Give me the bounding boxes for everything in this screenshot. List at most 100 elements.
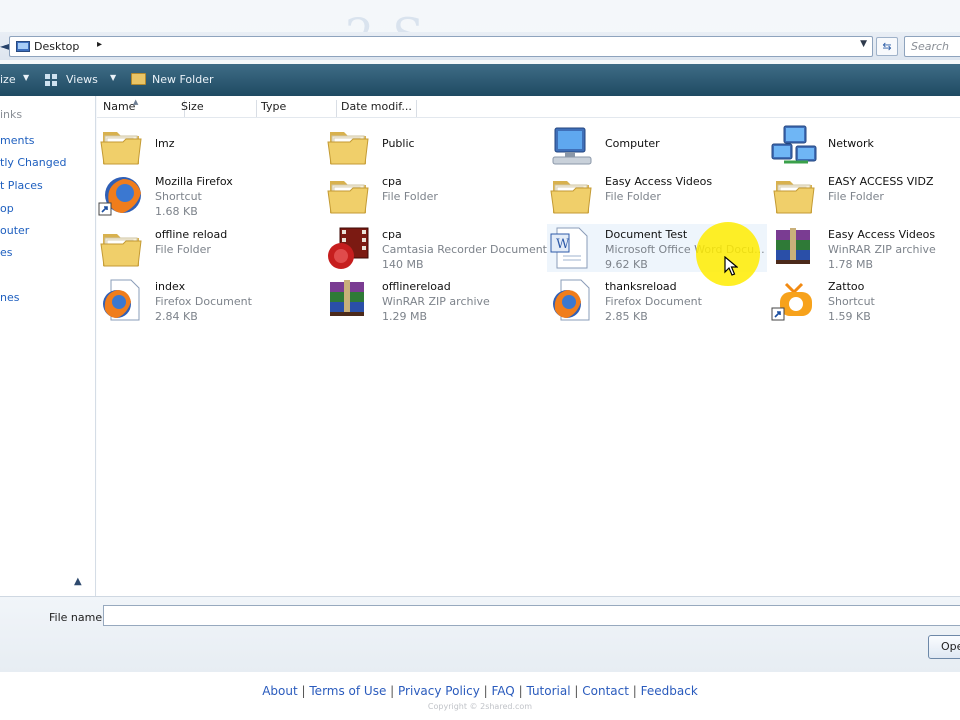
nav-item-searches[interactable]: nes	[0, 291, 19, 304]
file-name: Network	[828, 137, 874, 150]
views-dropdown-icon[interactable]: ▼	[110, 73, 116, 82]
back-arrow-icon[interactable]: ◄	[0, 39, 9, 53]
file-name: index	[155, 280, 186, 293]
nav-item-desktop[interactable]: op	[0, 202, 14, 215]
file-name: Mozilla Firefox	[155, 175, 233, 188]
file-item[interactable]: Network	[770, 122, 960, 170]
refresh-button[interactable]: ⇆	[876, 37, 898, 56]
open-file-dialog: ◄ Desktop ▸ ▼ ⇆ Search ize ▼ Views ▼ New…	[0, 0, 960, 672]
footer-link-about[interactable]: About	[262, 684, 297, 698]
file-item[interactable]: Mozilla Firefox Shortcut 1.68 KB	[97, 171, 317, 219]
file-item[interactable]: lmz	[97, 122, 317, 170]
file-item[interactable]: offline reload File Folder	[97, 224, 317, 272]
file-item[interactable]: index Firefox Document 2.84 KB	[97, 276, 317, 324]
footer-link-contact[interactable]: Contact	[582, 684, 629, 698]
file-item[interactable]: Easy Access Videos File Folder	[547, 171, 767, 219]
favorite-links-header: inks	[0, 108, 23, 121]
camtasia-icon	[324, 226, 372, 270]
organize-dropdown-icon[interactable]: ▼	[23, 73, 29, 82]
cursor-highlight	[696, 222, 760, 286]
column-name-label: Name	[103, 100, 136, 113]
file-size: 2.84 KB	[155, 310, 198, 323]
footer-link-feedback[interactable]: Feedback	[641, 684, 698, 698]
footer-separator: |	[390, 684, 399, 698]
column-type[interactable]: Type	[257, 100, 337, 117]
file-type: Shortcut	[155, 190, 202, 203]
address-row: ◄ Desktop ▸ ▼ ⇆ Search	[0, 32, 960, 60]
file-size: 9.62 KB	[605, 258, 648, 271]
organize-button[interactable]: ize	[0, 73, 16, 86]
nav-item-pictures[interactable]: es	[0, 246, 13, 259]
file-item[interactable]: Computer	[547, 122, 767, 170]
filename-row: File name: Ope	[0, 596, 960, 672]
file-type: Firefox Document	[605, 295, 702, 308]
search-input[interactable]: Search	[904, 36, 960, 57]
file-item[interactable]: Public	[324, 122, 544, 170]
nav-item-documents[interactable]: ments	[0, 134, 35, 147]
file-name: lmz	[155, 137, 175, 150]
file-item[interactable]: cpa Camtasia Recorder Document 140 MB	[324, 224, 547, 272]
footer-link-tutorial[interactable]: Tutorial	[526, 684, 570, 698]
file-item[interactable]: Easy Access Videos WinRAR ZIP archive 1.78…	[770, 224, 960, 272]
new-folder-icon[interactable]	[131, 73, 146, 85]
sort-ascending-icon: ▲	[133, 98, 139, 106]
file-name: Easy Access Videos	[828, 228, 936, 241]
column-name[interactable]: Name ▲	[99, 98, 185, 117]
file-size: 2.85 KB	[605, 310, 648, 323]
file-name: Document Test	[605, 228, 688, 241]
file-item[interactable]: cpa File Folder	[324, 171, 544, 219]
filename-input[interactable]	[103, 605, 960, 626]
firefox-document-icon	[97, 278, 145, 322]
column-header-row: Name ▲ Size Type Date modif...	[97, 96, 960, 118]
new-folder-button[interactable]: New Folder	[152, 73, 213, 86]
address-dropdown-icon[interactable]: ▼	[860, 39, 867, 49]
file-name: thanksreload	[605, 280, 677, 293]
file-name: offlinereload	[382, 280, 451, 293]
folder-icon	[770, 173, 818, 217]
footer-link-terms[interactable]: Terms of Use	[309, 684, 386, 698]
file-size: 1.29 MB	[382, 310, 428, 323]
file-type: WinRAR ZIP archive	[382, 295, 490, 308]
file-type: WinRAR ZIP archive	[828, 243, 936, 256]
file-item[interactable]: Zattoo Shortcut 1.59 KB	[770, 276, 960, 324]
column-date-modified[interactable]: Date modif...	[337, 100, 417, 117]
file-name: offline reload	[155, 228, 228, 241]
file-name: cpa	[382, 175, 402, 188]
file-item[interactable]: EASY ACCESS VIDZ File Folder	[770, 171, 960, 219]
site-footer: About | Terms of Use | Privacy Policy | …	[0, 680, 960, 720]
winrar-icon	[770, 226, 818, 270]
file-name: Easy Access Videos	[605, 175, 713, 188]
winrar-icon	[324, 278, 372, 322]
nav-item-computer[interactable]: outer	[0, 224, 29, 237]
file-type: File Folder	[605, 190, 661, 203]
file-size: 1.68 KB	[155, 205, 198, 218]
folder-icon	[324, 124, 372, 168]
file-type: File Folder	[382, 190, 438, 203]
file-type: File Folder	[155, 243, 211, 256]
folder-icon	[547, 173, 595, 217]
views-icon[interactable]	[45, 74, 58, 86]
breadcrumb-chevron-icon[interactable]: ▸	[97, 39, 102, 50]
footer-link-privacy[interactable]: Privacy Policy	[398, 684, 480, 698]
command-toolbar: ize ▼ Views ▼ New Folder	[0, 64, 960, 96]
file-size: 1.78 MB	[828, 258, 874, 271]
column-size[interactable]: Size	[177, 100, 257, 117]
collapse-folders-icon[interactable]: ▲	[74, 576, 82, 587]
views-button[interactable]: Views	[66, 73, 98, 86]
footer-link-faq[interactable]: FAQ	[492, 684, 515, 698]
file-type: Firefox Document	[155, 295, 252, 308]
svg-text:W: W	[556, 237, 570, 252]
filename-label: File name:	[49, 611, 106, 624]
nav-item-recent-places[interactable]: t Places	[0, 179, 43, 192]
address-bar[interactable]: Desktop ▸ ▼	[9, 36, 873, 57]
address-path[interactable]: Desktop	[34, 40, 79, 53]
file-name: Computer	[605, 137, 660, 150]
file-item[interactable]: offlinereload WinRAR ZIP archive 1.29 MB	[324, 276, 544, 324]
file-list: Name ▲ Size Type Date modif... lmz Public…	[97, 96, 960, 596]
file-type: Camtasia Recorder Document	[382, 243, 547, 256]
open-button[interactable]: Ope	[928, 635, 960, 659]
nav-item-recently-changed[interactable]: tly Changed	[0, 156, 66, 169]
footer-copyright: Copyright © 2shared.com	[427, 702, 533, 711]
file-name: Zattoo	[828, 280, 865, 293]
footer-separator: |	[632, 684, 641, 698]
